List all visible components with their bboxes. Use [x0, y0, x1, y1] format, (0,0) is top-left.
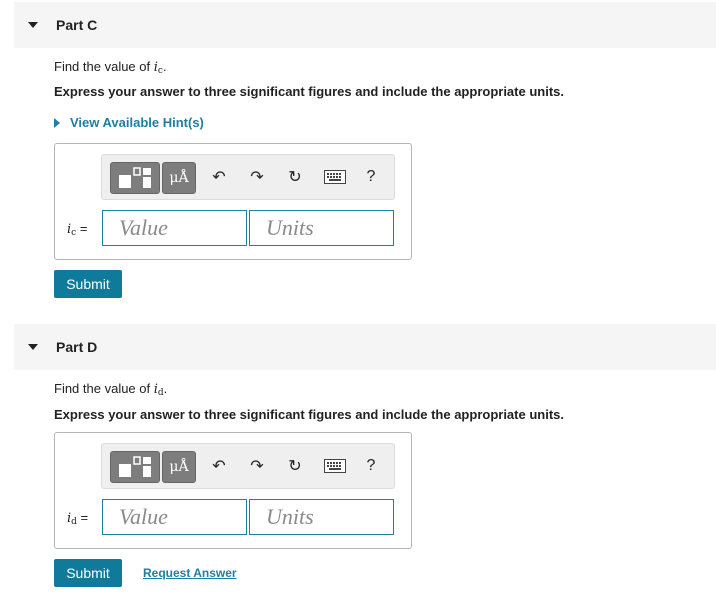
- part-d-units-field[interactable]: [249, 499, 394, 535]
- units-input[interactable]: [250, 211, 393, 245]
- collapse-caret-icon[interactable]: [28, 344, 38, 350]
- units-input[interactable]: [250, 500, 393, 534]
- templates-button[interactable]: [110, 162, 160, 194]
- part-c-instruction: Express your answer to three significant…: [54, 84, 564, 99]
- reset-icon[interactable]: ↻: [282, 451, 308, 481]
- units-button[interactable]: μÅ: [162, 451, 196, 483]
- part-d-answer-box: μÅ ↶ ↷ ↻ ? id =: [54, 432, 412, 549]
- keyboard-icon[interactable]: [320, 451, 350, 481]
- prompt-prefix: Find the value of: [54, 381, 154, 396]
- expand-triangle-icon: [54, 117, 60, 128]
- part-d-title: Part D: [56, 339, 98, 355]
- undo-icon[interactable]: ↶: [206, 162, 232, 192]
- part-d-submit-button[interactable]: Submit: [54, 559, 122, 587]
- part-c-value-field[interactable]: [102, 210, 247, 246]
- keyboard-icon[interactable]: [320, 162, 350, 192]
- prompt-suffix: .: [163, 381, 168, 396]
- reset-icon[interactable]: ↻: [282, 162, 308, 192]
- part-d-instruction: Express your answer to three significant…: [54, 407, 564, 422]
- prompt-suffix: .: [162, 59, 167, 74]
- part-c-title: Part C: [56, 17, 98, 33]
- math-toolbar: μÅ ↶ ↷ ↻ ?: [101, 154, 395, 200]
- collapse-caret-icon[interactable]: [28, 22, 38, 28]
- hint-label: View Available Hint(s): [70, 115, 204, 130]
- view-hints-link[interactable]: View Available Hint(s): [54, 115, 204, 130]
- prompt-prefix: Find the value of: [54, 59, 154, 74]
- part-d-header[interactable]: Part D: [14, 324, 716, 370]
- value-input[interactable]: [103, 211, 246, 245]
- keyboard-glyph: [324, 170, 346, 184]
- part-c-variable-label: ic =: [67, 221, 87, 238]
- label-equals: =: [76, 221, 88, 236]
- request-answer-link[interactable]: Request Answer: [143, 566, 237, 580]
- help-button[interactable]: ?: [358, 451, 384, 481]
- part-d-variable-label: id =: [67, 510, 88, 527]
- value-input[interactable]: [103, 500, 246, 534]
- label-equals: =: [76, 510, 89, 525]
- math-toolbar: μÅ ↶ ↷ ↻ ?: [101, 443, 395, 489]
- part-c-units-field[interactable]: [249, 210, 394, 246]
- templates-button[interactable]: [110, 451, 160, 483]
- part-c-header[interactable]: Part C: [14, 2, 716, 48]
- part-d-prompt: Find the value of id.: [54, 381, 167, 398]
- templates-icon: [119, 456, 151, 477]
- redo-icon[interactable]: ↷: [244, 451, 270, 481]
- part-c-submit-button[interactable]: Submit: [54, 270, 122, 298]
- part-d-value-field[interactable]: [102, 499, 247, 535]
- keyboard-glyph: [324, 459, 346, 473]
- help-button[interactable]: ?: [358, 162, 384, 192]
- part-c-prompt: Find the value of ic.: [54, 59, 167, 76]
- templates-icon: [119, 167, 151, 188]
- part-c-answer-box: μÅ ↶ ↷ ↻ ? ic =: [54, 143, 412, 260]
- redo-icon[interactable]: ↷: [244, 162, 270, 192]
- units-button[interactable]: μÅ: [162, 162, 196, 194]
- undo-icon[interactable]: ↶: [206, 451, 232, 481]
